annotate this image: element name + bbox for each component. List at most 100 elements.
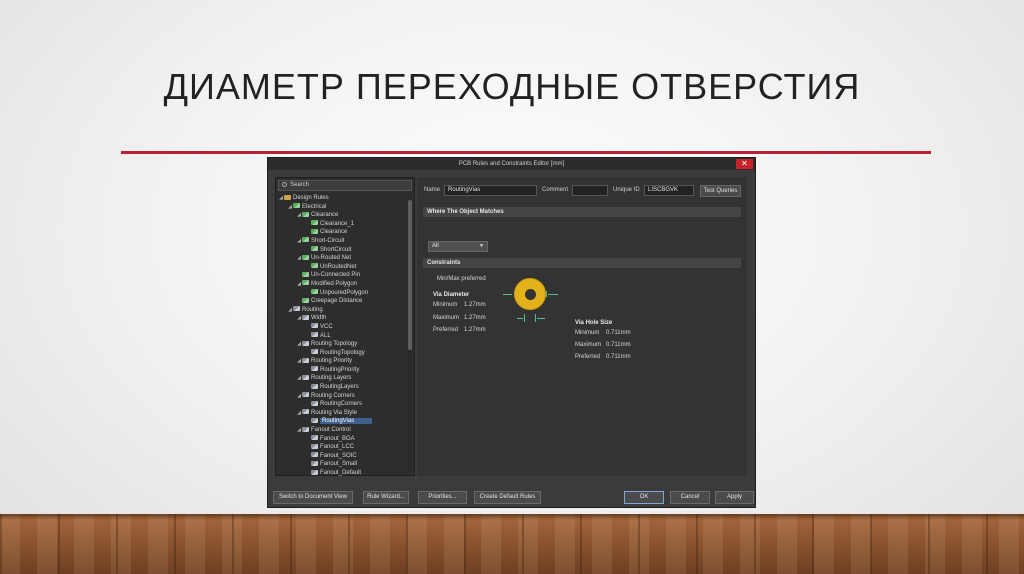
chevron-down-icon: ▼ — [479, 243, 484, 249]
tree-item[interactable]: RoutingTopology — [278, 349, 406, 358]
tree-item[interactable]: ◢ Routing Topology — [278, 340, 406, 349]
tree-item-label: ShortCircuit — [320, 246, 352, 253]
ok-button[interactable]: OK — [624, 491, 664, 504]
create-default-rules-button[interactable]: Create Default Rules — [474, 491, 541, 504]
search-input[interactable]: Search — [278, 180, 412, 191]
tree-item-label: RoutingVias — [320, 418, 373, 425]
tree-item-label: Fanout_Default — [320, 470, 362, 476]
tree-item[interactable]: ◢ Design Rules — [278, 194, 406, 203]
tree-item-label: Creepage Distance — [311, 298, 363, 305]
tree-item-label: Routing Corners — [311, 392, 355, 399]
priorities-button[interactable]: Priorities... — [418, 491, 467, 504]
dialog-titlebar: PCB Rules and Constraints Editor [mm] ✕ — [268, 158, 755, 170]
tree-item[interactable]: ALL — [278, 332, 406, 341]
rule-header-row: Name RoutingVias Comment Unique ID LISCB… — [417, 185, 747, 197]
rule-wizard-button[interactable]: Rule Wizard... — [363, 491, 409, 504]
diameter-guide-right — [546, 291, 547, 297]
tree-item[interactable]: ◢ Electrical — [278, 203, 406, 212]
via-hole-maximum-value[interactable]: 0.711mm — [606, 342, 631, 348]
tree-item[interactable]: Fanout_SOIC — [278, 452, 406, 461]
tree-item[interactable]: ◢ Width — [278, 314, 406, 323]
tree-item-label: Fanout_BGA — [320, 435, 355, 442]
tree-item[interactable]: ◢ Modified Polygon — [278, 280, 406, 289]
test-queries-button[interactable]: Test Queries — [700, 185, 741, 197]
via-diameter-maximum-label: Maximum — [433, 315, 460, 321]
tree-item-label: RoutingCorners — [320, 401, 363, 408]
tree-item[interactable]: Fanout_BGA — [278, 435, 406, 444]
rule-icon — [311, 289, 318, 295]
tree-item[interactable]: RoutingCorners — [278, 400, 406, 409]
via-hole-icon — [525, 289, 536, 300]
tree-item[interactable]: Fanout_Small — [278, 460, 406, 469]
tree-item[interactable]: ◢ Clearance — [278, 211, 406, 220]
tree-item[interactable]: UnpouredPolygon — [278, 289, 406, 298]
tree-scrollbar[interactable] — [408, 196, 412, 470]
tree-item-label: RoutingPriority — [320, 366, 360, 373]
via-hole-preferred-label: Preferred — [575, 354, 601, 360]
tree-item[interactable]: ShortCircuit — [278, 246, 406, 255]
tree-item[interactable]: VCC — [278, 323, 406, 332]
via-hole-maximum-label: Maximum — [575, 342, 602, 348]
tree-item[interactable]: RoutingPriority — [278, 366, 406, 375]
search-placeholder: Search — [290, 182, 310, 188]
tree-item[interactable]: RoutingLayers — [278, 383, 406, 392]
tree-item[interactable]: Un-Connected Pin — [278, 271, 406, 280]
scrollbar-thumb[interactable] — [408, 200, 412, 350]
tree-item[interactable]: Fanout_LCC — [278, 443, 406, 452]
rule-icon — [311, 469, 318, 475]
unique-id-field[interactable]: LISCBGVK — [644, 185, 694, 196]
tree-item-label: Electrical — [302, 203, 327, 210]
tree-item[interactable]: ◢ Routing Layers — [278, 374, 406, 383]
via-diameter-maximum-value[interactable]: 1.27mm — [464, 315, 486, 321]
comment-field[interactable] — [572, 185, 608, 196]
via-diameter-preferred-value[interactable]: 1.27mm — [464, 327, 486, 333]
diameter-arrow-left — [503, 294, 512, 295]
tree-item[interactable]: Clearance_1 — [278, 220, 406, 229]
tree-item[interactable]: ◢ Un-Routed Net — [278, 254, 406, 263]
switch-to-document-view-button[interactable]: Switch to Document View — [273, 491, 353, 504]
rule-icon — [311, 443, 318, 449]
cancel-button[interactable]: Cancel — [670, 491, 710, 504]
tree-item-label: Short-Circuit — [311, 237, 345, 244]
tree-item[interactable]: RoutingVias — [278, 417, 406, 426]
name-field[interactable]: RoutingVias — [444, 185, 537, 196]
tree-item[interactable]: Clearance — [278, 228, 406, 237]
via-hole-minimum-label: Minimum — [575, 330, 600, 336]
tree-item-label: Clearance — [320, 229, 348, 236]
tree-item[interactable]: ◢ Short-Circuit — [278, 237, 406, 246]
rule-icon — [311, 452, 318, 458]
via-hole-minimum-value[interactable]: 0.711mm — [606, 330, 631, 336]
rule-icon — [302, 392, 309, 398]
tree-item[interactable]: Creepage Distance — [278, 297, 406, 306]
tree-item[interactable]: ◢ Routing Priority — [278, 357, 406, 366]
rules-tree: ◢ Design Rules ◢ Electrical ◢ Clearance Cleara… — [278, 194, 406, 478]
tree-item[interactable]: ◢ Routing Corners — [278, 392, 406, 401]
where-matches-header: Where The Object Matches — [423, 207, 741, 217]
via-pad-icon — [514, 278, 546, 310]
folder-icon — [284, 194, 291, 200]
unique-id-label: Unique ID — [613, 187, 640, 193]
rule-icon — [311, 400, 318, 406]
apply-button[interactable]: Apply — [715, 491, 754, 504]
tree-item[interactable]: ◢ Routing — [278, 306, 406, 315]
tree-item-label: Clearance — [311, 212, 339, 219]
tree-item-label: Routing Layers — [311, 375, 352, 382]
tree-item[interactable]: ◢ Routing Via Style — [278, 409, 406, 418]
search-icon — [282, 182, 287, 187]
via-hole-heading: Via Hole Size — [575, 320, 613, 326]
tree-item[interactable]: ◢ Fanout Control — [278, 426, 406, 435]
match-dropdown[interactable]: All ▼ — [428, 241, 488, 252]
rule-icon — [311, 460, 318, 466]
tree-item-label: UnpouredPolygon — [320, 289, 369, 296]
close-icon[interactable]: ✕ — [736, 159, 753, 169]
tree-item-label: Design Rules — [293, 195, 329, 201]
tree-item[interactable]: UnRoutedNet — [278, 263, 406, 272]
rule-icon — [311, 366, 318, 372]
tree-item[interactable]: Fanout_Default — [278, 469, 406, 478]
via-diameter-minimum-value[interactable]: 1.27mm — [464, 302, 486, 308]
rule-icon — [302, 280, 309, 286]
via-hole-preferred-value[interactable]: 0.711mm — [606, 354, 631, 360]
hole-guide-left — [524, 314, 525, 322]
rule-icon — [311, 246, 318, 252]
rule-icon — [311, 435, 318, 441]
